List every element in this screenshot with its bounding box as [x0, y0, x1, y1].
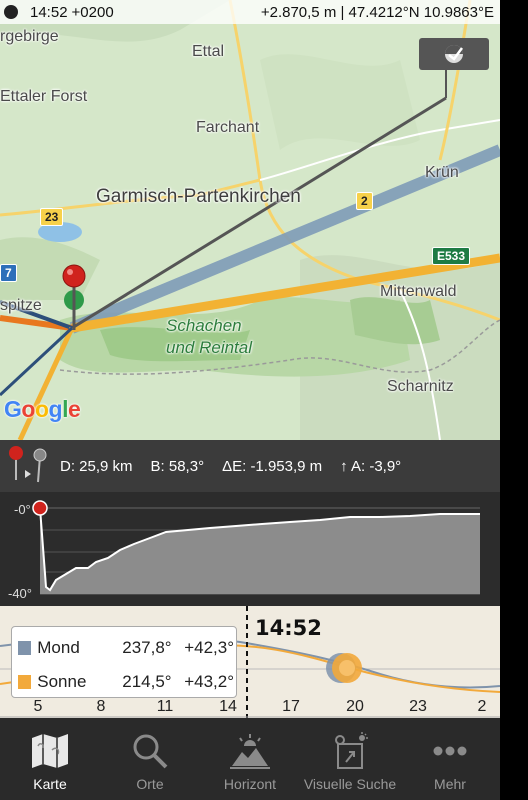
map-label-ettal: Ettal	[192, 43, 225, 60]
google-logo: Google	[4, 396, 81, 422]
hour-tick: 17	[282, 698, 300, 715]
legend-moon-name: Mond	[37, 638, 80, 657]
map-label-spitze: spitze	[0, 297, 42, 314]
more-icon	[426, 730, 474, 772]
road-shield-7: 7	[0, 264, 17, 282]
eye-toggle-icon	[445, 45, 464, 63]
timeline-current-time: 14:52	[255, 616, 322, 640]
record-indicator-icon	[4, 5, 18, 19]
screen-edge	[500, 0, 528, 800]
legend-moon-elevation: +42,3°	[184, 638, 235, 657]
visual-search-icon	[326, 730, 374, 772]
pins-toggle[interactable]	[0, 440, 60, 492]
hour-tick: 23	[409, 698, 427, 715]
nav-visuelle-suche[interactable]: Visuelle Suche	[300, 718, 400, 800]
status-bar: 14:52 +0200 +2.870,5 m | 47.4212°N 10.98…	[0, 0, 500, 24]
elevation-diff-value: ΔE: -1.953,9 m	[222, 457, 323, 475]
nav-mehr[interactable]: Mehr	[400, 718, 500, 800]
nav-label-orte: Orte	[136, 776, 164, 792]
sunset-line	[17, 326, 75, 440]
hour-tick: 20	[346, 698, 364, 715]
bottom-navigation: Karte Orte Horizont Visuelle Suche Mehr	[0, 718, 500, 800]
hour-tick: 11	[156, 698, 174, 715]
legend-sun-azimuth: 214,5°	[122, 672, 172, 691]
profile-bottom-label: -40°	[8, 586, 32, 601]
status-time: 14:52	[30, 3, 68, 21]
bearing-value: B: 58,3°	[150, 457, 205, 475]
info-bar[interactable]: D: 25,9 km B: 58,3° ΔE: -1.953,9 m ↑ A: …	[0, 440, 500, 492]
search-icon	[126, 730, 174, 772]
road-shield-e533: E533	[432, 247, 471, 265]
nav-karte[interactable]: Karte	[0, 718, 100, 800]
map-view[interactable]: ᛙ rgebirge Ettal Ettaler Forst Farchant …	[0, 0, 500, 440]
moon-swatch	[18, 641, 32, 655]
nav-label-horizont: Horizont	[223, 776, 277, 792]
legend-moon-azimuth: 237,8°	[122, 638, 172, 657]
map-label-scharnitz: Scharnitz	[387, 378, 454, 395]
nav-label-mehr: Mehr	[434, 776, 466, 792]
horizon-icon	[226, 730, 274, 772]
pin-pair-icon	[9, 446, 47, 483]
hour-tick: 14	[219, 698, 237, 715]
time-slider[interactable]: 14:52 Mond 237,8° +42,3° Sonne 214,5° +4…	[0, 606, 500, 718]
legend-row-moon: Mond 237,8° +42,3°	[18, 636, 234, 660]
profile-top-label: -0°	[14, 502, 31, 517]
distance-value: D: 25,9 km	[60, 457, 133, 475]
road-shield-23: 23	[40, 208, 64, 226]
nav-horizont[interactable]: Horizont	[200, 718, 300, 800]
sun-moon-legend: Mond 237,8° +42,3° Sonne 214,5° +43,2°	[11, 626, 237, 698]
nav-label-visuelle-suche: Visuelle Suche	[303, 776, 397, 792]
map-label-schachen: Schachen und Reintal	[166, 316, 253, 357]
hour-tick: 8	[96, 698, 106, 715]
hour-tick: 2	[477, 698, 487, 715]
status-utc-offset: +0200	[71, 3, 114, 21]
map-label-gebirge: rgebirge	[0, 28, 59, 45]
road-shield-2: 2	[356, 192, 373, 210]
map-label-garmisch: Garmisch-Partenkirchen	[96, 186, 301, 207]
map-view-toggle-button[interactable]	[419, 38, 489, 70]
legend-sun-name: Sonne	[37, 672, 87, 691]
legend-row-sun: Sonne 214,5° +43,2°	[18, 670, 234, 694]
legend-sun-elevation: +43,2°	[184, 672, 235, 691]
map-label-farchant: Farchant	[196, 119, 260, 136]
elevation-profile-graph	[32, 500, 480, 595]
profile-pin-icon	[32, 500, 48, 516]
sun-swatch	[18, 675, 32, 689]
map-icon	[26, 730, 74, 772]
nav-orte[interactable]: Orte	[100, 718, 200, 800]
map-label-kruen: Krün	[425, 164, 459, 181]
nav-label-karte: Karte	[33, 776, 67, 792]
angle-value: ↑ A: -3,9°	[340, 457, 402, 475]
moonset-line	[0, 326, 74, 397]
hour-tick: 5	[33, 698, 43, 715]
status-location: +2.870,5 m | 47.4212°N 10.9863°E	[260, 3, 494, 21]
location-pin	[62, 264, 86, 288]
map-label-mittenwald: Mittenwald	[380, 283, 457, 300]
elevation-profile[interactable]: -0° -40°	[0, 492, 500, 606]
map-label-ettaler-forst: Ettaler Forst	[0, 88, 88, 105]
